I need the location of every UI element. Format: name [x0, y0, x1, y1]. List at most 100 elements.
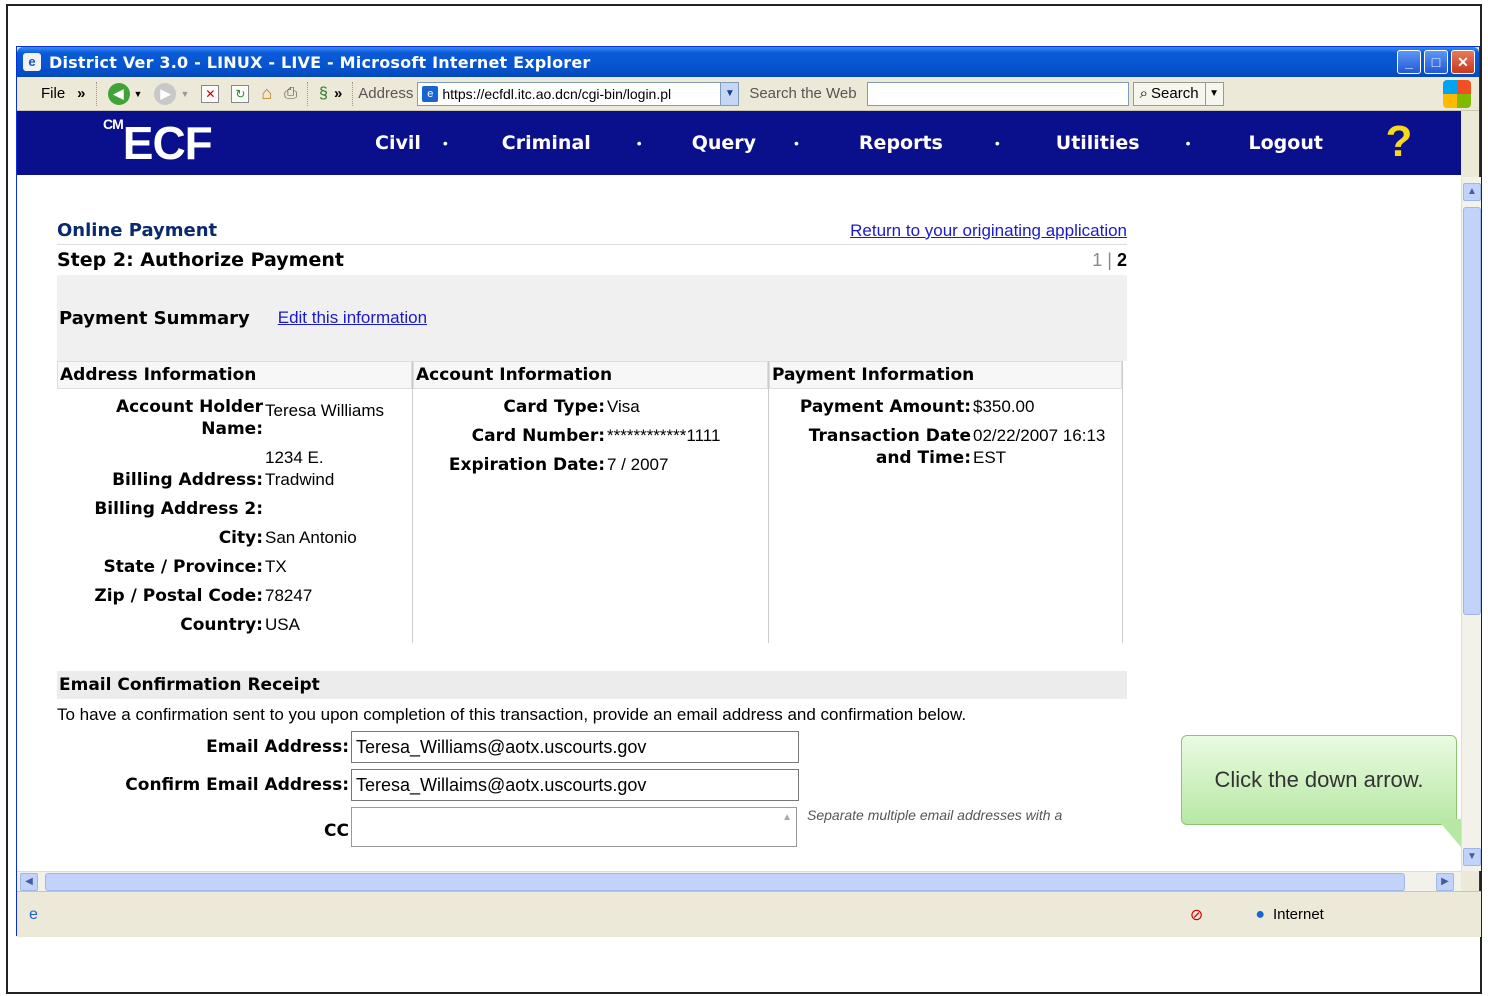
edit-info-link[interactable]: Edit this information [278, 308, 427, 328]
return-link[interactable]: Return to your originating application [850, 221, 1127, 241]
search-button-label: Search [1151, 85, 1199, 102]
account-header: Account Information [413, 361, 768, 389]
state-value: TX [265, 557, 287, 576]
window-title: District Ver 3.0 - LINUX - LIVE - Micros… [49, 52, 591, 72]
scroll-left-icon[interactable]: ◀ [20, 872, 38, 891]
scroll-up-icon[interactable]: ▲ [1463, 183, 1481, 201]
email-label: Email Address: [206, 737, 349, 757]
nav-reports[interactable]: Reports [859, 132, 943, 154]
screenshot-frame: e District Ver 3.0 - LINUX - LIVE - Micr… [6, 4, 1482, 994]
home-button[interactable]: ⌂ [255, 83, 278, 104]
refresh-icon: ↻ [231, 84, 250, 103]
nav-civil[interactable]: Civil [375, 132, 421, 154]
search-button[interactable]: ⌕ Search [1132, 81, 1206, 106]
card-number-value: ************1111 [607, 426, 721, 445]
internet-zone-icon: ● [1255, 905, 1265, 923]
country-value: USA [265, 615, 300, 634]
expiration-value: 7 / 2007 [607, 455, 669, 474]
city-label: City: [218, 528, 263, 548]
title-bar: e District Ver 3.0 - LINUX - LIVE - Micr… [17, 47, 1479, 77]
search-dropdown-icon[interactable]: ▼ [1205, 81, 1224, 106]
email-instructions: To have a confirmation sent to you upon … [57, 705, 967, 724]
browser-window: e District Ver 3.0 - LINUX - LIVE - Micr… [16, 46, 1481, 937]
nav-criminal[interactable]: Criminal [502, 132, 591, 154]
holder-label: Account Holder Name: [115, 397, 263, 439]
logo-prefix: CM [103, 116, 124, 132]
nav-query[interactable]: Query [692, 132, 756, 154]
home-icon: ⌂ [261, 83, 273, 103]
cc-hint: Separate multiple email addresses with a [807, 807, 1063, 823]
cc-label: CC [324, 821, 349, 841]
address-column: Address Information Account Holder Name:… [57, 361, 413, 643]
print-icon: ⎙ [284, 84, 298, 102]
nav-utilities[interactable]: Utilities [1056, 132, 1140, 154]
menu-chevron-icon[interactable]: » [71, 85, 91, 102]
cmecf-logo: CMECF [103, 116, 363, 170]
toolbar-plugin-icon: § [319, 84, 328, 102]
help-icon[interactable]: ? [1377, 117, 1421, 167]
back-arrow-icon: ◀ [107, 82, 130, 105]
pager-separator: | [1107, 249, 1112, 270]
payment-summary-label: Payment Summary [59, 307, 250, 329]
logo-text: ECF [122, 117, 213, 169]
transaction-date-value: 02/22/2007 16:13 EST [973, 426, 1106, 467]
zip-value: 78247 [265, 586, 313, 605]
search-web-input[interactable] [866, 81, 1129, 106]
billing2-value [263, 498, 265, 520]
search-web-label: Search the Web [749, 85, 857, 102]
scroll-down-icon[interactable]: ▼ [1463, 848, 1481, 866]
minimize-button[interactable]: _ [1397, 50, 1421, 74]
country-label: Country: [180, 615, 263, 635]
payinfo-header: Payment Information [769, 361, 1122, 389]
horizontal-scroll-thumb[interactable] [45, 873, 1405, 891]
vertical-scrollbar[interactable]: ▲ ▼ [1461, 177, 1481, 871]
scroll-right-icon[interactable]: ▶ [1436, 872, 1454, 891]
stop-button[interactable]: ✕ [195, 84, 225, 103]
print-button[interactable]: ⎙ [278, 85, 303, 103]
step-pager: 1 | 2 [1092, 250, 1127, 271]
back-button[interactable]: ◀ ▼ [102, 82, 149, 105]
account-column: Account Information Card Type: Visa Card … [413, 361, 769, 643]
tutorial-callout: Click the down arrow. [1181, 735, 1457, 825]
amount-value: $350.00 [973, 397, 1035, 416]
status-page-icon: e [29, 905, 38, 923]
email-input[interactable]: Teresa_Williams@aotx.uscourts.gov [351, 731, 799, 763]
popup-blocked-icon[interactable]: ⊘ [1190, 905, 1203, 925]
step-title: Step 2: Authorize Payment [57, 249, 344, 271]
ie-toolbar: File » ◀ ▼ ▶ ▼ ✕ ↻ ⌂ ⎙ §» Address e http… [17, 77, 1479, 111]
status-bar: e ⊘ ● Internet [17, 891, 1481, 937]
maximize-button[interactable]: □ [1424, 50, 1448, 74]
payinfo-column: Payment Information Payment Amount: $350.… [769, 361, 1123, 643]
search-icon: ⌕ [1139, 85, 1149, 102]
zip-label: Zip / Postal Code: [94, 586, 263, 606]
nav-logout[interactable]: Logout [1249, 132, 1323, 154]
address-bar[interactable]: e https://ecfdl.itc.ao.dcn/cgi-bin/login… [417, 81, 740, 106]
refresh-button[interactable]: ↻ [225, 84, 255, 103]
windows-logo-icon [1443, 79, 1471, 108]
state-label: State / Province: [103, 557, 263, 577]
summary-columns: Address Information Account Holder Name:… [57, 361, 1127, 643]
cc-textarea[interactable]: ▲ [351, 807, 797, 847]
toolbar-chevron-icon: » [333, 85, 343, 102]
vertical-scroll-thumb[interactable] [1463, 207, 1481, 615]
extra-toolbar-button[interactable]: §» [313, 85, 348, 103]
confirm-email-input[interactable]: Teresa_Willaims@aotx.uscourts.gov [351, 769, 799, 801]
close-button[interactable]: ✕ [1451, 50, 1475, 74]
holder-value: Teresa Williams [265, 401, 385, 420]
page-icon: e [422, 85, 439, 102]
transaction-date-label: Transaction Date and Time: [808, 426, 971, 468]
address-label: Address [358, 85, 414, 102]
nav-dot: • [994, 135, 1000, 151]
card-number-label: Card Number: [471, 426, 605, 446]
file-menu[interactable]: File [35, 85, 71, 102]
ie-icon: e [23, 53, 41, 71]
forward-button[interactable]: ▶ ▼ [148, 82, 195, 105]
ecf-nav-bar: CMECF Civil • Criminal • Query • Reports… [17, 111, 1461, 177]
confirm-email-label: Confirm Email Address: [125, 775, 349, 795]
pager-step-1: 1 [1092, 249, 1103, 270]
horizontal-scrollbar[interactable]: ◀ ▶ [17, 871, 1461, 891]
online-payment-title: Online Payment [57, 220, 218, 241]
forward-arrow-icon: ▶ [154, 82, 177, 105]
address-dropdown-icon[interactable]: ▼ [720, 82, 739, 105]
amount-label: Payment Amount: [799, 397, 971, 417]
